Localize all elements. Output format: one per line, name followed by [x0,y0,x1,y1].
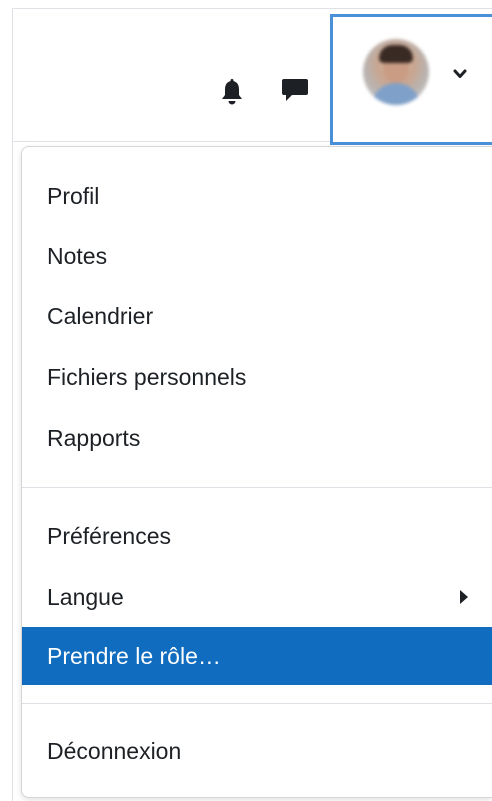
menu-item-label: Fichiers personnels [47,363,247,390]
menu-divider [22,487,492,488]
navbar-top-border [12,8,492,9]
menu-item-label: Notes [47,242,108,269]
menu-item-label: Déconnexion [47,737,182,764]
menu-item-label: Prendre le rôle… [47,642,221,669]
menu-divider [22,703,492,704]
menu-item-label: Profil [47,182,100,209]
menu-item-profile[interactable]: Profil [22,167,492,225]
chat-bubble-icon [282,79,308,101]
caret-right-icon [460,590,468,604]
bell-icon [222,79,242,105]
page: Profil Notes Calendrier Fichiers personn… [0,0,492,801]
menu-item-label: Calendrier [47,302,154,329]
menu-item-logout[interactable]: Déconnexion [22,722,492,780]
menu-item-label: Rapports [47,424,141,451]
user-menu-toggle[interactable] [330,14,492,145]
menu-item-language[interactable]: Langue [22,568,492,626]
menu-item-label: Langue [47,583,124,610]
user-menu-dropdown: Profil Notes Calendrier Fichiers personn… [21,146,492,798]
navbar [0,0,492,801]
menu-item-label: Préférences [47,522,172,549]
menu-item-switch-role[interactable]: Prendre le rôle… [22,627,492,685]
menu-item-private-files[interactable]: Fichiers personnels [22,348,492,406]
menu-item-calendar[interactable]: Calendrier [22,287,492,345]
menu-item-reports[interactable]: Rapports [22,409,492,467]
chevron-down-icon [453,69,467,78]
menu-item-preferences[interactable]: Préférences [22,507,492,565]
page-left-border [12,8,13,801]
menu-item-grades[interactable]: Notes [22,227,492,285]
messages-button[interactable] [280,75,310,105]
avatar [363,39,429,105]
notifications-button[interactable] [217,78,247,108]
